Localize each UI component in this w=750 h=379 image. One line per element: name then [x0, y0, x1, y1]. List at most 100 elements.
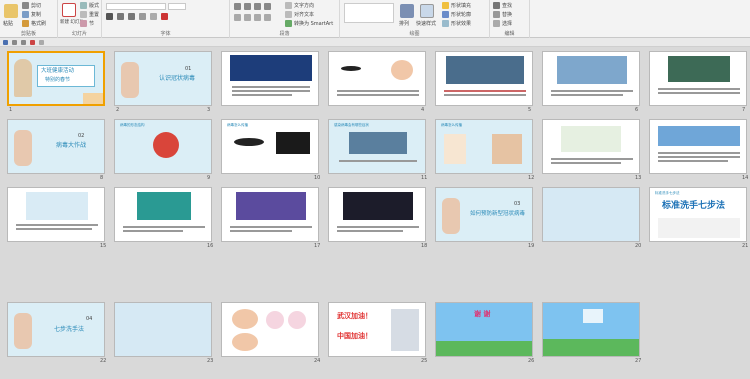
virus-fight-image: [343, 192, 413, 220]
slide-thumbnail[interactable]: [114, 302, 212, 357]
arrange-button[interactable]: 排列: [399, 20, 409, 27]
customize-qat-icon[interactable]: [39, 39, 44, 45]
slide-thumbnail[interactable]: 病毒怎么传播: [221, 119, 319, 174]
section-number: 01: [185, 66, 192, 72]
align-right-icon[interactable]: [254, 14, 261, 21]
slide-title: 认识冠状病毒: [159, 75, 196, 82]
justify-icon[interactable]: [264, 14, 271, 21]
child-illustration: [232, 309, 258, 329]
virus-image: [230, 55, 312, 81]
slide-thumbnail[interactable]: [542, 302, 640, 357]
slide-header: 标准洗手七步法: [655, 191, 680, 195]
indent-icon[interactable]: [254, 3, 261, 10]
slide-thumbnail[interactable]: [328, 187, 426, 242]
format-painter-button[interactable]: 格式刷: [22, 20, 46, 27]
slide-thumbnail[interactable]: 01 认识冠状病毒: [114, 51, 212, 106]
undo-icon[interactable]: [12, 39, 17, 45]
reset-icon: [80, 11, 87, 18]
slide-thumbnail[interactable]: 病毒的形态结构: [114, 119, 212, 174]
nurse-illustration: [14, 313, 32, 349]
quick-styles-icon[interactable]: [420, 4, 434, 18]
slide-thumbnail[interactable]: 03 如何预防新型冠状病毒: [435, 187, 533, 242]
shapes-gallery[interactable]: [344, 3, 394, 23]
select-button[interactable]: 选择: [493, 20, 512, 27]
slide-thumbnail[interactable]: [7, 187, 105, 242]
slide-thumbnail[interactable]: [328, 51, 426, 106]
slide-number: 18: [421, 243, 428, 249]
bullets-icon[interactable]: [234, 3, 241, 10]
slide-thumbnail[interactable]: [542, 187, 640, 242]
align-text-icon: [285, 11, 292, 18]
slide-number: 21: [742, 243, 749, 249]
slide-thumbnail[interactable]: [221, 51, 319, 106]
align-center-icon[interactable]: [244, 14, 251, 21]
line-spacing-icon[interactable]: [264, 3, 271, 10]
slide-number: 14: [742, 175, 749, 181]
align-text-button[interactable]: 对齐文本: [285, 11, 314, 18]
italic-icon[interactable]: [117, 13, 124, 20]
reset-button[interactable]: 重置: [80, 11, 99, 18]
text-direction-button[interactable]: 文字方向: [285, 2, 314, 9]
numbering-icon[interactable]: [244, 3, 251, 10]
slide-sorter: 大班健康活动 特别的春节 1 01 认识冠状病毒 2 3 4 5 6 7 02 …: [0, 47, 750, 379]
slide-thumbnail[interactable]: 武汉加油！ 中国加油！: [328, 302, 426, 357]
quick-styles-button[interactable]: 快速样式: [416, 20, 436, 27]
slideshow-icon[interactable]: [30, 39, 35, 45]
paste-icon[interactable]: [4, 4, 18, 18]
nurse-illustration: [14, 130, 32, 166]
replace-button[interactable]: 替换: [493, 11, 512, 18]
slide-number: 5: [528, 107, 532, 113]
cut-button[interactable]: 剪切: [22, 2, 41, 9]
slide-thumbnail[interactable]: 感染病毒会有哪些症状: [328, 119, 426, 174]
shape-effects-button[interactable]: 形状效果: [442, 20, 471, 27]
nurse-illustration: [442, 198, 460, 234]
shape-fill-button[interactable]: 形状填充: [442, 2, 471, 9]
font-name-box[interactable]: [106, 3, 166, 10]
shape-outline-button[interactable]: 形状轮廓: [442, 11, 471, 18]
nurse-illustration: [121, 62, 139, 98]
icon-circle-1: [266, 311, 284, 329]
slide-thumbnail[interactable]: 谢 谢: [435, 302, 533, 357]
underline-icon[interactable]: [128, 13, 135, 20]
slide-thumbnail[interactable]: [649, 119, 747, 174]
list-buttons: [234, 3, 271, 10]
font-color-icon[interactable]: [161, 13, 168, 20]
slide-thumbnail[interactable]: [542, 51, 640, 106]
slide-number: 24: [314, 358, 321, 364]
smartart-button[interactable]: 转换为 SmartArt: [285, 20, 333, 27]
font-size-box[interactable]: [168, 3, 186, 10]
slide-thumbnail[interactable]: 04 七步洗手法: [7, 302, 105, 357]
bold-icon[interactable]: [106, 13, 113, 20]
find-button[interactable]: 查找: [493, 2, 512, 9]
shadow-icon[interactable]: [150, 13, 157, 20]
copy-button[interactable]: 复制: [22, 11, 41, 18]
strikethrough-icon[interactable]: [139, 13, 146, 20]
slide-thumbnail[interactable]: 大班健康活动 特别的春节: [7, 51, 105, 106]
slide-thumbnail[interactable]: 标准洗手七步法 标准洗手七步法: [649, 187, 747, 242]
slide-thumbnail[interactable]: [221, 302, 319, 357]
slide-title: 谢 谢: [474, 310, 491, 318]
doctor-image: [391, 309, 419, 351]
new-slide-icon[interactable]: [62, 3, 76, 17]
slide-thumbnail[interactable]: [114, 187, 212, 242]
save-icon[interactable]: [3, 39, 8, 45]
slide-number: 16: [207, 243, 214, 249]
slide-thumbnail[interactable]: [649, 51, 747, 106]
redo-icon[interactable]: [21, 39, 26, 45]
bat-image: [234, 138, 264, 146]
virus-illustration: [153, 132, 179, 158]
layout-button[interactable]: 版式: [80, 2, 99, 9]
arrange-icon[interactable]: [400, 4, 414, 18]
grass-illustration: [436, 341, 532, 356]
bat-image: [341, 66, 361, 71]
slide-thumbnail[interactable]: [435, 51, 533, 106]
slide-thumbnail[interactable]: [542, 119, 640, 174]
slide-line-2: 中国加油！: [337, 332, 372, 340]
slide-thumbnail[interactable]: [221, 187, 319, 242]
slide-thumbnail[interactable]: 病毒怎么传播: [435, 119, 533, 174]
align-left-icon[interactable]: [234, 14, 241, 21]
paste-button[interactable]: 粘贴: [3, 20, 13, 27]
slide-number: 8: [100, 175, 104, 181]
section-button[interactable]: 节: [80, 20, 94, 27]
slide-thumbnail[interactable]: 02 病毒大作战: [7, 119, 105, 174]
